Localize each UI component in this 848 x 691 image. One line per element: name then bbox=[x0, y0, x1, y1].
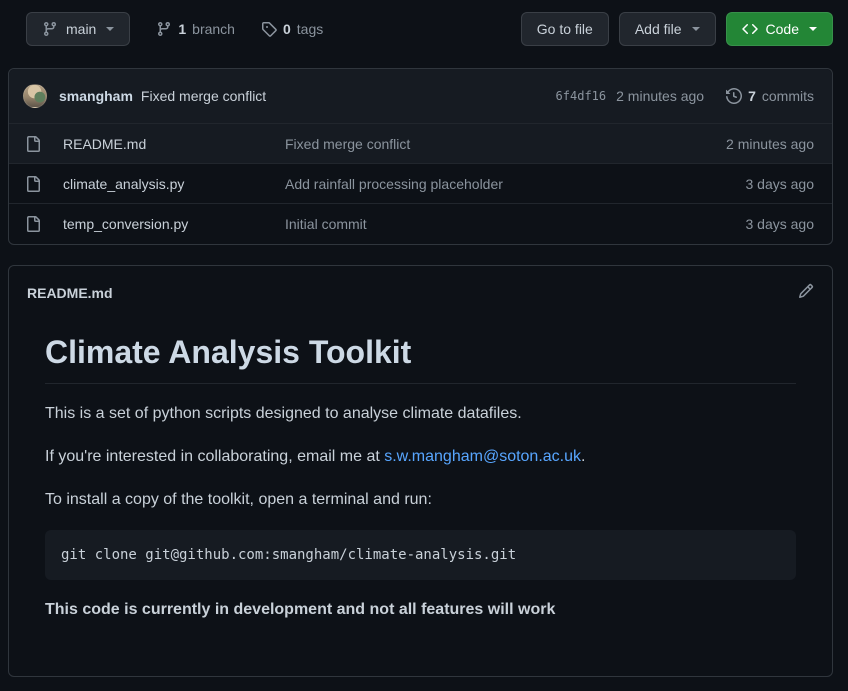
readme-content: Climate Analysis Toolkit This is a set o… bbox=[9, 308, 832, 673]
file-commit-time: 2 minutes ago bbox=[726, 136, 814, 152]
chevron-down-icon bbox=[809, 27, 817, 31]
file-row-climate-analysis[interactable]: climate_analysis.py Add rainfall process… bbox=[9, 164, 832, 204]
contact-text-after: . bbox=[581, 448, 585, 465]
file-commit-time: 3 days ago bbox=[746, 176, 815, 192]
readme-box: README.md Climate Analysis Toolkit This … bbox=[8, 265, 833, 677]
tag-count[interactable]: 0 tags bbox=[261, 21, 323, 37]
current-branch-label: main bbox=[66, 21, 96, 37]
readme-header: README.md bbox=[9, 266, 832, 308]
latest-commit-bar: smangham Fixed merge conflict 6f4df16 2 … bbox=[9, 69, 832, 124]
readme-dev-warning: This code is currently in development an… bbox=[45, 598, 796, 623]
readme-heading: Climate Analysis Toolkit bbox=[45, 334, 796, 384]
files-box: smangham Fixed merge conflict 6f4df16 2 … bbox=[8, 68, 833, 245]
file-icon bbox=[25, 176, 41, 192]
file-commit-message-link[interactable]: Initial commit bbox=[285, 216, 746, 232]
file-name-link[interactable]: temp_conversion.py bbox=[63, 216, 285, 232]
git-branch-icon bbox=[156, 21, 172, 37]
tag-icon bbox=[261, 21, 277, 37]
add-file-label: Add file bbox=[635, 21, 682, 37]
commit-meta: 6f4df16 2 minutes ago 7 commits bbox=[556, 88, 814, 104]
chevron-down-icon bbox=[106, 27, 114, 31]
branch-count-label: branch bbox=[192, 21, 235, 37]
file-commit-message-link[interactable]: Add rainfall processing placeholder bbox=[285, 176, 746, 192]
code-button-label: Code bbox=[766, 21, 799, 37]
contact-text-before: If you're interested in collaborating, e… bbox=[45, 448, 384, 465]
readme-paragraph-install: To install a copy of the toolkit, open a… bbox=[45, 488, 796, 513]
file-icon bbox=[25, 136, 41, 152]
file-name-link[interactable]: climate_analysis.py bbox=[63, 176, 285, 192]
branch-count-number: 1 bbox=[178, 21, 186, 37]
edit-readme-button[interactable] bbox=[798, 283, 814, 302]
readme-paragraph-contact: If you're interested in collaborating, e… bbox=[45, 445, 796, 470]
branch-selector-button[interactable]: main bbox=[26, 12, 130, 46]
commit-timestamp: 2 minutes ago bbox=[616, 88, 704, 104]
readme-filename[interactable]: README.md bbox=[27, 285, 113, 301]
avatar[interactable] bbox=[23, 84, 47, 108]
readme-paragraph-intro: This is a set of python scripts designed… bbox=[45, 402, 796, 427]
add-file-button[interactable]: Add file bbox=[619, 12, 716, 46]
repo-toolbar: main 1 branch 0 tags Go to file Add file… bbox=[0, 0, 848, 46]
email-link[interactable]: s.w.mangham@soton.ac.uk bbox=[384, 448, 581, 465]
code-button[interactable]: Code bbox=[726, 12, 833, 46]
file-icon bbox=[25, 216, 41, 232]
history-clock-icon bbox=[726, 88, 742, 104]
file-name-link[interactable]: README.md bbox=[63, 136, 285, 152]
file-row-readme[interactable]: README.md Fixed merge conflict 2 minutes… bbox=[9, 124, 832, 164]
tag-count-number: 0 bbox=[283, 21, 291, 37]
commits-label: commits bbox=[762, 88, 814, 104]
commit-author-link[interactable]: smangham bbox=[59, 88, 133, 104]
file-commit-time: 3 days ago bbox=[746, 216, 815, 232]
tag-count-label: tags bbox=[297, 21, 323, 37]
commit-hash-link[interactable]: 6f4df16 bbox=[556, 89, 607, 103]
toolbar-actions: Go to file Add file Code bbox=[521, 12, 833, 46]
file-row-temp-conversion[interactable]: temp_conversion.py Initial commit 3 days… bbox=[9, 204, 832, 244]
go-to-file-button[interactable]: Go to file bbox=[521, 12, 609, 46]
commits-count: 7 bbox=[748, 88, 756, 104]
chevron-down-icon bbox=[692, 27, 700, 31]
git-branch-icon bbox=[42, 21, 58, 37]
pencil-icon bbox=[798, 283, 814, 299]
code-brackets-icon bbox=[742, 21, 758, 37]
branch-count[interactable]: 1 branch bbox=[156, 21, 235, 37]
commit-message-link[interactable]: Fixed merge conflict bbox=[141, 88, 266, 104]
file-commit-message-link[interactable]: Fixed merge conflict bbox=[285, 136, 726, 152]
commit-history-link[interactable]: 7 commits bbox=[726, 88, 814, 104]
git-clone-code-block: git clone git@github.com:smangham/climat… bbox=[45, 530, 796, 580]
